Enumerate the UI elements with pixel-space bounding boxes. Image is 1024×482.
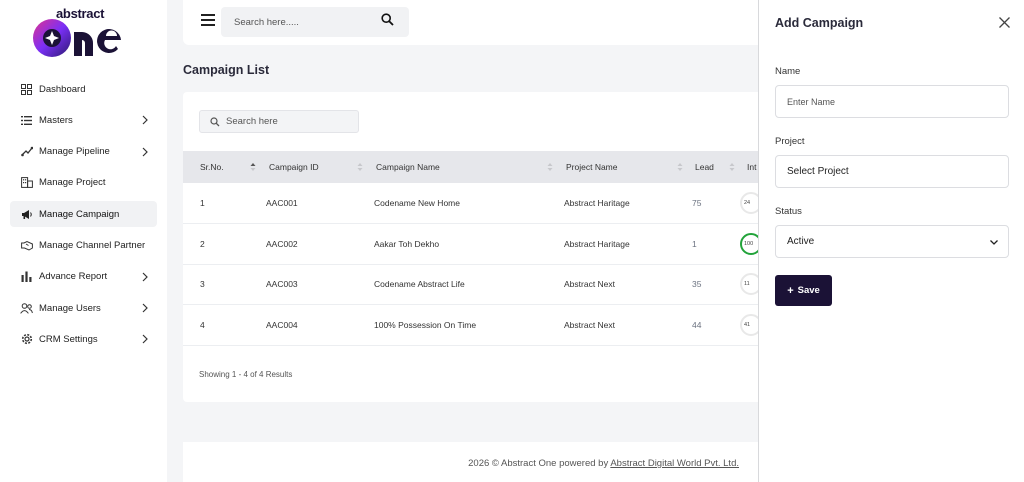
add-campaign-panel: Add Campaign Name Project Select Project… [758, 0, 1024, 482]
top-bar [183, 0, 783, 45]
gear-icon [20, 333, 33, 346]
cell-campaign-name: Codename Abstract Life [374, 279, 465, 290]
sidebar-item-label: Advance Report [39, 271, 108, 283]
cell-campaign-id: AAC004 [266, 319, 298, 330]
column-header-lead[interactable]: Lead [678, 151, 735, 183]
cell-sr-no: 3 [200, 279, 205, 290]
sidebar-item-manage-project[interactable]: Manage Project [10, 170, 157, 196]
sidebar-item-manage-users[interactable]: Manage Users [10, 295, 157, 321]
cell-lead: 35 [692, 279, 702, 290]
cell-campaign-name: 100% Possession On Time [374, 319, 477, 330]
sidebar-item-label: Manage Users [39, 302, 101, 314]
logo-wordmark [33, 19, 121, 57]
sidebar-item-label: Manage Project [39, 177, 106, 189]
cell-sr-no: 4 [200, 319, 205, 330]
sidebar-item-label: Dashboard [39, 83, 86, 95]
chevron-right-icon [142, 303, 148, 313]
cell-sr-no: 2 [200, 238, 205, 249]
pipeline-icon [20, 145, 33, 158]
sidebar-item-label: Masters [39, 114, 73, 126]
campaign-list-card: Sr.No. Campaign ID Campaign Name Project… [183, 92, 783, 402]
cell-campaign-id: AAC002 [266, 238, 298, 249]
cell-project-name: Abstract Haritage [564, 238, 630, 249]
table-row[interactable]: 3 AAC003 Codename Abstract Life Abstract… [183, 264, 783, 305]
campaign-name-input[interactable] [775, 85, 1009, 118]
chevron-right-icon [142, 147, 148, 157]
table-header-row: Sr.No. Campaign ID Campaign Name Project… [183, 151, 783, 183]
cell-campaign-name: Codename New Home [374, 198, 460, 208]
status-label: Status [775, 206, 802, 217]
abstract-one-logo[interactable]: abstract [32, 6, 136, 58]
project-select[interactable]: Select Project [775, 155, 1009, 188]
sidebar-item-advance-report[interactable]: Advance Report [10, 264, 157, 290]
cell-campaign-id: AAC003 [266, 279, 298, 290]
handshake-icon [20, 239, 33, 252]
dashboard-grid-icon [20, 83, 33, 96]
cell-project-name: Abstract Haritage [564, 198, 630, 208]
sidebar-item-crm-settings[interactable]: CRM Settings [10, 326, 157, 352]
column-header-campaign-name[interactable]: Campaign Name [360, 151, 553, 183]
name-label: Name [775, 66, 801, 77]
cell-lead: 1 [692, 238, 697, 249]
sidebar-item-dashboard[interactable]: Dashboard [10, 76, 157, 102]
cell-lead: 44 [692, 319, 702, 330]
footer: 2026 © Abstract One powered by Abstract … [183, 442, 783, 482]
column-header-campaign-id[interactable]: Campaign ID [252, 151, 363, 183]
search-icon [210, 117, 220, 127]
chevron-right-icon [142, 272, 148, 282]
footer-copyright: 2026 © Abstract One powered by [468, 458, 609, 469]
column-header-project-name[interactable]: Project Name [550, 151, 683, 183]
chevron-right-icon [142, 115, 148, 125]
close-icon[interactable] [998, 16, 1011, 29]
table-row[interactable]: 2 AAC002 Aakar Toh Dekho Abstract Harita… [183, 224, 783, 264]
table-row[interactable]: 1 AAC001 Codename New Home Abstract Hari… [183, 183, 783, 224]
project-label: Project [775, 136, 805, 147]
cell-project-name: Abstract Next [564, 279, 616, 290]
project-select-value: Select Project [787, 166, 849, 177]
status-select-value: Active [787, 236, 815, 247]
cell-lead: 75 [692, 198, 702, 208]
panel-title: Add Campaign [775, 16, 864, 30]
table-search [199, 110, 359, 133]
hamburger-menu-icon[interactable] [201, 14, 215, 26]
sidebar: abstract Dashboard Masters Manage Pipeli… [0, 0, 167, 482]
chevron-down-icon [990, 240, 998, 245]
column-header-sr-no[interactable]: Sr.No. [183, 151, 256, 183]
chevron-right-icon [142, 334, 148, 344]
footer-company-link[interactable]: Abstract Digital World Pvt. Ltd. [610, 458, 739, 469]
plus-icon: + [787, 284, 794, 297]
table-search-input[interactable] [226, 111, 356, 132]
sidebar-nav: Dashboard Masters Manage Pipeline Manage… [10, 76, 157, 358]
list-icon [20, 114, 33, 127]
cell-project-name: Abstract Next [564, 319, 616, 330]
bar-chart-icon [20, 270, 33, 283]
save-button-label: Save [797, 285, 820, 296]
sidebar-item-label: CRM Settings [39, 333, 98, 345]
search-icon[interactable] [381, 13, 394, 26]
footer-text: 2026 © Abstract One powered by Abstract … [468, 458, 739, 469]
page-title: Campaign List [183, 63, 270, 77]
campaign-table: Sr.No. Campaign ID Campaign Name Project… [183, 151, 783, 346]
cell-sr-no: 1 [200, 198, 205, 208]
sidebar-item-label: Manage Campaign [39, 208, 120, 220]
sidebar-item-label: Manage Pipeline [39, 146, 110, 158]
megaphone-icon [20, 208, 33, 221]
save-button[interactable]: + Save [775, 275, 832, 306]
cell-campaign-id: AAC001 [266, 198, 298, 208]
building-icon [20, 176, 33, 189]
sidebar-item-manage-campaign[interactable]: Manage Campaign [10, 201, 157, 228]
sidebar-item-manage-pipeline[interactable]: Manage Pipeline [10, 139, 157, 165]
sidebar-item-manage-channel-partner[interactable]: Manage Channel Partner [10, 232, 157, 258]
table-row[interactable]: 4 AAC004 100% Possession On Time Abstrac… [183, 305, 783, 345]
status-select[interactable]: Active [775, 225, 1009, 258]
pagination-summary: Showing 1 - 4 of 4 Results [199, 370, 293, 379]
users-icon [20, 302, 33, 315]
sidebar-item-label: Manage Channel Partner [39, 239, 146, 251]
cell-campaign-name: Aakar Toh Dekho [374, 238, 440, 249]
sidebar-item-masters[interactable]: Masters [10, 107, 157, 133]
